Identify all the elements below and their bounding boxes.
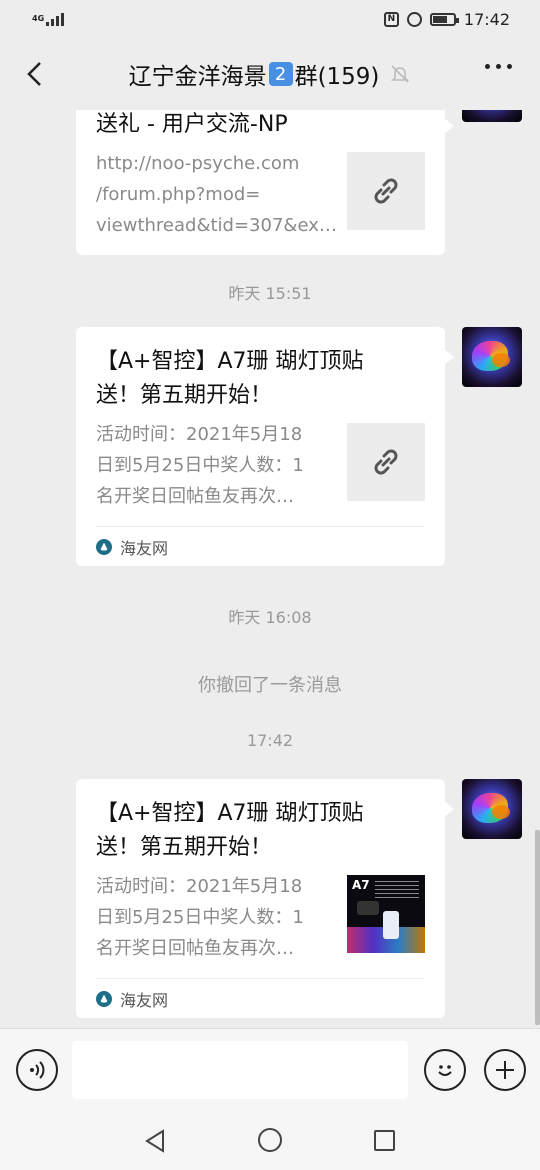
system-navigation [0,1110,540,1170]
link-card-description: http://noo-psyche.com /forum.php?mod= vi… [96,148,337,241]
avatar[interactable] [462,779,522,839]
alarm-icon [406,11,422,27]
voice-button[interactable] [16,1049,58,1091]
mute-bell-icon [391,65,410,83]
battery-icon [429,12,459,26]
chat-title: 辽宁金洋海景 2 群(159) [129,57,412,91]
url-line-2: /forum.php?mod= [96,184,261,205]
nav-home-icon[interactable] [258,1128,282,1152]
plus-icon [496,1061,514,1079]
message-input[interactable] [72,1041,408,1099]
avatar[interactable] [462,110,522,122]
timestamp: 17:42 [246,731,294,750]
recall-notice: 你撤回了一条消息 [198,675,342,696]
emoji-button[interactable] [424,1049,466,1091]
link-icon [374,178,398,204]
source-name: 海友网 [120,990,169,1010]
input-bar [0,1028,540,1110]
link-card[interactable]: 【A+智控】A7珊 瑚灯顶贴 送！第五期开始！ 活动时间：2021年5月18 日… [76,327,454,566]
product-image: A7 [347,875,425,953]
chat-title-prefix: 辽宁金洋海景 [128,64,267,90]
source-name: 海友网 [120,538,169,558]
url-line-1: http://noo-psyche.com [96,153,300,174]
link-card[interactable]: 【A+智控】A7珊 瑚灯顶贴 送！第五期开始！ 活动时间：2021年5月18 日… [76,779,454,1018]
emoji-icon [438,1065,452,1076]
link-card-title: 【A+智控】A7珊 瑚灯顶贴 送！第五期开始！ [96,349,364,408]
voice-icon [30,1061,45,1079]
link-card-title: 送礼 - 用户交流-NP [96,112,288,137]
source-logo-icon [96,990,112,1007]
timestamp: 昨天 15:51 [228,284,312,303]
signal-icon [46,12,65,26]
timestamp: 昨天 16:08 [228,608,312,627]
link-card-description: 活动时间：2021年5月18 日到5月25日中奖人数：1 名开奖日回帖鱼友再次… [96,876,304,959]
link-card-description: 活动时间：2021年5月18 日到5月25日中奖人数：1 名开奖日回帖鱼友再次… [96,424,304,507]
link-card-title: 【A+智控】A7珊 瑚灯顶贴 送！第五期开始！ [96,801,364,860]
thumbnail-text: A7 [352,878,370,892]
source-logo-icon [96,538,112,555]
status-time: 17:42 [463,9,510,29]
url-line-3: viewthread&tid=307&ex… [96,215,337,236]
signal-indicator: 4G [32,12,65,26]
chat-title-suffix: 群(159) [294,64,380,90]
nfc-icon: N [383,11,399,27]
link-thumbnail [347,152,425,230]
chevron-left-icon[interactable] [22,60,50,88]
scrollbar[interactable] [535,830,540,1025]
status-bar: 4G N 17:42 [0,0,540,38]
link-card-source: 海友网 [96,978,425,1018]
link-card-source: 海友网 [96,526,425,566]
network-type: 4G [32,14,45,23]
link-thumbnail [347,423,425,501]
more-horizontal-icon[interactable] [485,64,512,69]
chat-messages[interactable]: 送礼 - 用户交流-NP http://noo-psyche.com /foru… [0,110,540,1028]
chat-header: 辽宁金洋海景 2 群(159) [0,38,540,110]
nav-recent-icon[interactable] [374,1130,395,1151]
chat-title-badge: 2 [268,62,293,86]
plus-button[interactable] [484,1049,526,1091]
link-icon [374,449,398,475]
nav-back-icon[interactable] [144,1129,166,1153]
avatar[interactable] [462,327,522,387]
link-card[interactable]: 送礼 - 用户交流-NP http://noo-psyche.com /foru… [76,110,454,255]
